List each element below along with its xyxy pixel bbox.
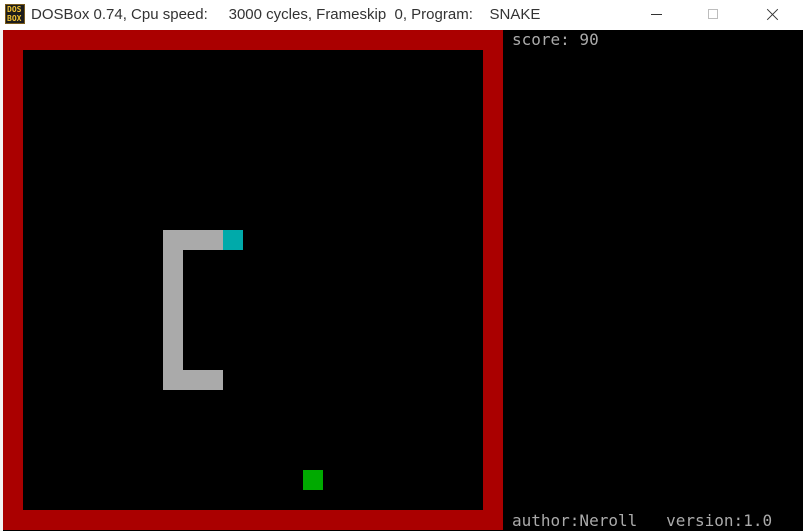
snake-body-left [163,250,183,390]
minimize-button[interactable] [634,0,680,30]
game-board [23,50,483,510]
maximize-button[interactable] [691,0,737,30]
dosbox-window: DOS BOX DOSBox 0.74, Cpu speed: 3000 cyc… [0,0,803,531]
snake-head [223,230,243,250]
food-pellet [303,470,323,490]
score-display: score: 90 [512,30,599,49]
author-version-footer: author:Neroll version:1.0 [512,511,773,530]
title-bar[interactable]: DOS BOX DOSBox 0.74, Cpu speed: 3000 cyc… [0,0,803,30]
close-button[interactable] [749,0,795,30]
dosbox-app-icon[interactable]: DOS BOX [5,4,25,24]
snake-body-top [163,230,223,250]
board-border [3,30,503,530]
window-title: DOSBox 0.74, Cpu speed: 3000 cycles, Fra… [31,6,541,23]
app-icon-label: DOS BOX [7,5,22,23]
snake-body-bottom [183,370,223,390]
game-screen[interactable]: score: 90 author:Neroll version:1.0 [3,30,803,531]
